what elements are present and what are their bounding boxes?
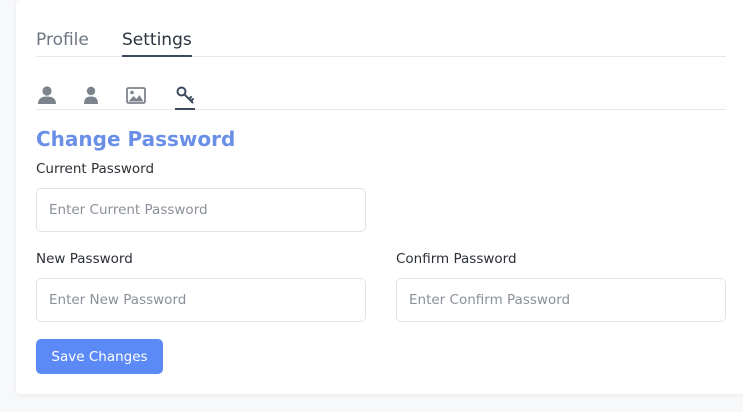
page-title: Change Password	[36, 127, 236, 151]
image-icon	[126, 86, 146, 104]
person-icon	[84, 86, 98, 104]
current-password-label: Current Password	[36, 161, 155, 177]
settings-subtabs	[36, 84, 726, 110]
subtab-account[interactable]	[36, 84, 58, 106]
tab-profile[interactable]: Profile	[36, 28, 89, 52]
current-password-input[interactable]	[36, 188, 366, 232]
subtab-password[interactable]	[174, 84, 196, 110]
confirm-password-input[interactable]	[396, 278, 726, 322]
new-password-label: New Password	[36, 251, 133, 267]
main-tabs: Profile Settings	[36, 28, 726, 57]
user-icon	[38, 86, 56, 104]
subtab-profile-info[interactable]	[80, 84, 102, 106]
tab-settings[interactable]: Settings	[122, 28, 192, 57]
confirm-password-label: Confirm Password	[396, 251, 517, 267]
save-changes-button[interactable]: Save Changes	[36, 339, 163, 374]
key-icon	[176, 86, 194, 104]
subtab-photo[interactable]	[125, 84, 147, 106]
new-password-input[interactable]	[36, 278, 366, 322]
